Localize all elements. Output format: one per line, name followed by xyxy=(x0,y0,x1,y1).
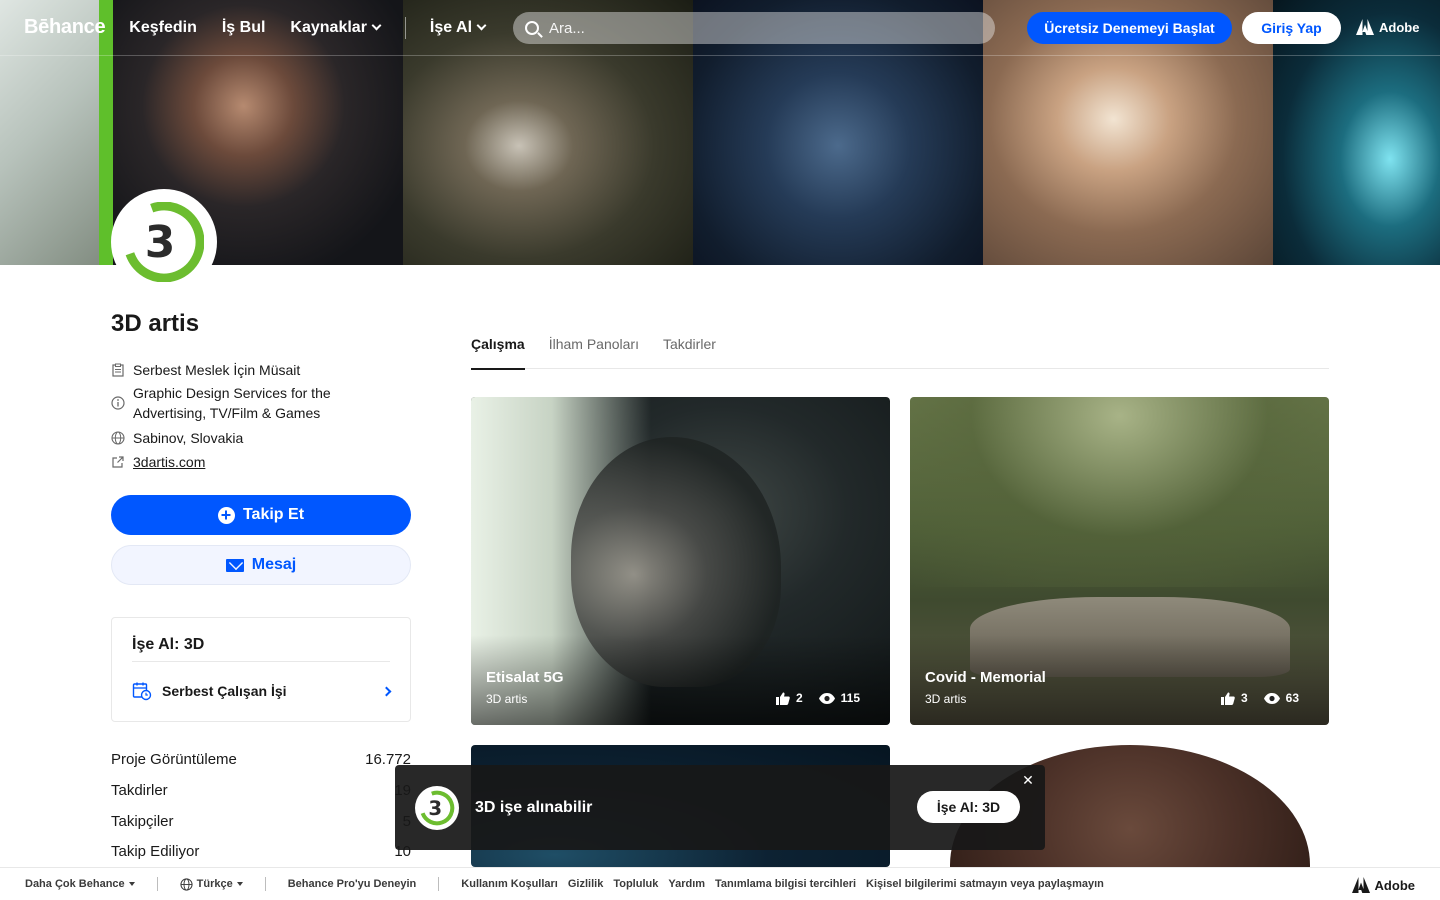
hire-toast: 3 3D işe alınabilir İşe Al: 3D ✕ xyxy=(395,765,1045,850)
globe-icon xyxy=(180,877,193,891)
footer-help[interactable]: Yardım xyxy=(668,878,705,890)
close-icon[interactable]: ✕ xyxy=(1021,773,1035,787)
project-author[interactable]: 3D artis xyxy=(925,692,966,706)
toast-avatar: 3 xyxy=(415,785,459,830)
search-input[interactable] xyxy=(549,19,969,37)
like-count: 3 xyxy=(1240,691,1248,705)
description-text: Graphic Design Services for the Advertis… xyxy=(133,385,331,421)
tab-work[interactable]: Çalışma xyxy=(471,334,525,370)
search-bar[interactable] xyxy=(513,12,995,44)
nav-divider xyxy=(404,16,406,39)
project-title: Etisalat 5G xyxy=(486,669,564,686)
toast-hire-button[interactable]: İşe Al: 3D xyxy=(917,791,1020,823)
eye-icon xyxy=(818,692,835,704)
follow-button[interactable]: Takip Et xyxy=(111,495,411,535)
availability-row: Serbest Meslek İçin Müsait xyxy=(111,360,343,380)
start-free-trial-button[interactable]: Ücretsiz Denemeyi Başlat xyxy=(1027,12,1232,44)
avatar-logo-icon: 3 xyxy=(419,790,455,825)
nav-find-job[interactable]: İş Bul xyxy=(222,19,266,37)
hire-card-title: İşe Al: 3D xyxy=(132,636,205,653)
stat-appreciations: Takdirler19 xyxy=(111,782,411,799)
stat-following: Takip Ediliyor 10 xyxy=(111,843,411,860)
adobe-logo-icon xyxy=(1356,19,1374,35)
message-button[interactable]: Mesaj xyxy=(111,545,411,585)
like-count: 2 xyxy=(795,691,803,705)
description-row: Graphic Design Services for the Advertis… xyxy=(111,383,343,423)
svg-text:3: 3 xyxy=(145,217,176,268)
project-title: Covid - Memorial xyxy=(925,669,1046,686)
availability-text: Serbest Meslek İçin Müsait xyxy=(133,362,301,378)
adobe-logo-icon xyxy=(1351,877,1370,893)
freelance-job-item[interactable]: Serbest Çalışan İşi xyxy=(132,681,392,701)
caret-down-icon xyxy=(128,882,135,886)
hire-card-divider xyxy=(132,661,390,662)
profile-tabs: Çalışma İlham Panoları Takdirler xyxy=(471,334,1329,370)
search-icon xyxy=(525,21,539,35)
profile-avatar: 3 xyxy=(111,189,217,295)
clipboard-icon xyxy=(112,363,124,377)
project-author[interactable]: 3D artis xyxy=(486,692,527,706)
footer-adobe-link[interactable]: Adobe xyxy=(1351,877,1415,893)
toast-message: 3D işe alınabilir xyxy=(475,798,593,816)
stat-followers: Takipçiler5 xyxy=(111,813,411,830)
svg-text:3: 3 xyxy=(428,797,442,820)
stat-project-views: Proje Görüntüleme 16.772 xyxy=(111,751,411,768)
nav-resources[interactable]: Kaynaklar xyxy=(290,19,382,37)
external-link-icon xyxy=(112,456,124,468)
chevron-down-icon xyxy=(476,20,487,31)
eye-icon xyxy=(1263,692,1280,704)
footer-privacy[interactable]: Gizlilik xyxy=(568,878,603,890)
footer-terms[interactable]: Kullanım Koşulları xyxy=(461,878,558,890)
globe-icon xyxy=(111,431,125,445)
freelance-job-label: Serbest Çalışan İşi xyxy=(162,683,287,699)
envelope-icon xyxy=(225,558,244,572)
behance-logo[interactable]: Bēhance xyxy=(24,16,106,39)
caret-down-icon xyxy=(236,882,243,886)
project-stats: 3 63 xyxy=(1220,691,1299,705)
chevron-right-icon xyxy=(381,686,392,696)
location-text: Sabinov, Slovakia xyxy=(133,430,244,446)
view-count: 115 xyxy=(840,691,860,705)
location-row: Sabinov, Slovakia xyxy=(111,428,343,448)
website-row: 3dartis.com xyxy=(111,452,343,472)
project-card-etisalat[interactable]: Etisalat 5G 3D artis 2 115 xyxy=(471,397,890,725)
footer-cookie-preferences[interactable]: Tanımlama bilgisi tercihleri xyxy=(715,878,856,890)
footer-more-behance[interactable]: Daha Çok Behance xyxy=(25,878,135,890)
chevron-down-icon xyxy=(371,20,382,31)
hire-card: İşe Al: 3D Serbest Çalışan İşi xyxy=(111,617,411,722)
footer: Daha Çok Behance Türkçe Behance Pro'yu D… xyxy=(0,867,1440,900)
thumbs-up-icon xyxy=(775,692,790,705)
thumbs-up-icon xyxy=(1220,692,1235,705)
view-count: 63 xyxy=(1285,691,1299,705)
project-stats: 2 115 xyxy=(775,691,860,705)
adobe-link[interactable]: Adobe xyxy=(1356,19,1419,35)
footer-community[interactable]: Topluluk xyxy=(613,878,658,890)
footer-do-not-sell[interactable]: Kişisel bilgilerimi satmayın veya paylaş… xyxy=(866,878,1104,890)
profile-name: 3D artis xyxy=(111,310,200,337)
login-button[interactable]: Giriş Yap xyxy=(1242,12,1341,44)
nav-discover[interactable]: Keşfedin xyxy=(129,19,197,37)
tab-appreciations[interactable]: Takdirler xyxy=(663,334,716,369)
website-link[interactable]: 3dartis.com xyxy=(133,452,343,472)
avatar-logo-icon: 3 xyxy=(124,202,204,282)
footer-try-pro[interactable]: Behance Pro'yu Deneyin xyxy=(288,878,417,890)
plus-circle-icon xyxy=(217,506,235,524)
nav-hire[interactable]: İşe Al xyxy=(430,19,487,37)
footer-language-select[interactable]: Türkçe xyxy=(180,877,243,891)
calendar-clock-icon xyxy=(132,682,152,701)
info-icon xyxy=(111,396,125,410)
project-card-covid-memorial[interactable]: Covid - Memorial 3D artis 3 63 xyxy=(910,397,1329,725)
tab-moodboards[interactable]: İlham Panoları xyxy=(549,334,639,369)
